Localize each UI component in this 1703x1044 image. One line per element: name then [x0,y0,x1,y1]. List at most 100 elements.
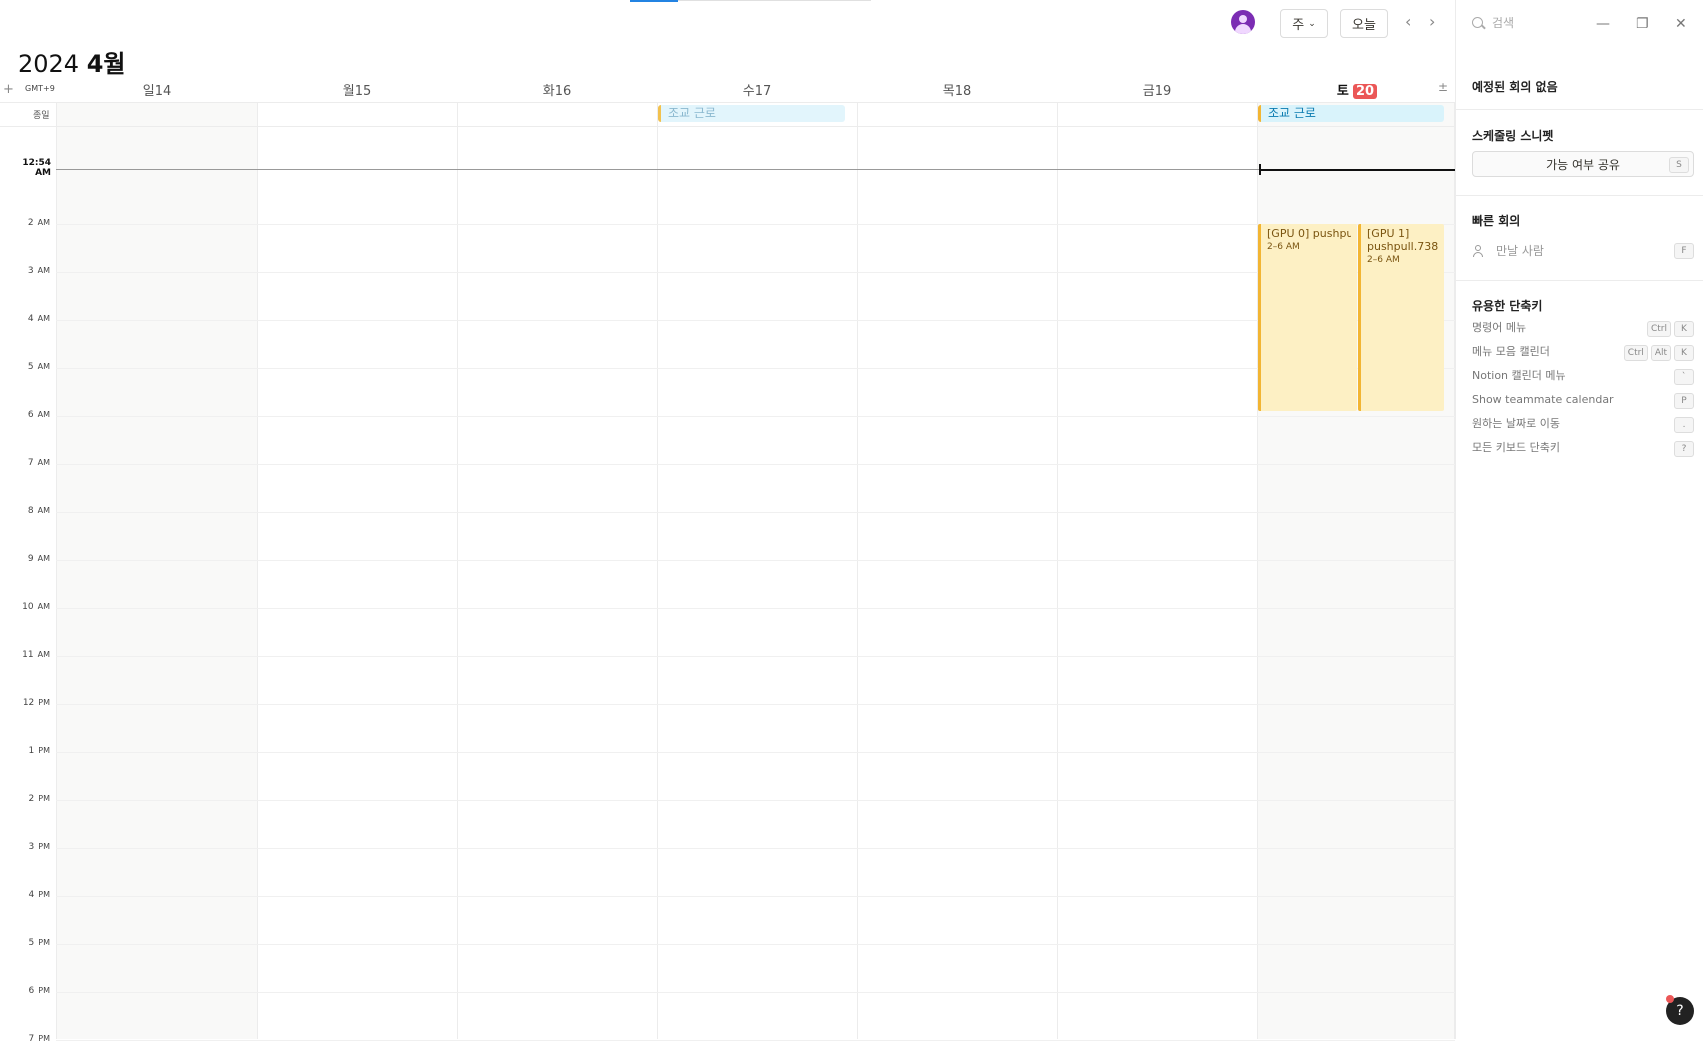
hour-line [56,272,1455,273]
shortcut-item: 명령어 메뉴 Ctrl K [1472,320,1694,337]
hour-line [56,416,1455,417]
hour-label: 10 AM [22,602,50,612]
person-icon [1472,244,1484,257]
add-timezone-icon[interactable]: + [3,82,14,97]
restore-icon[interactable]: ❐ [1636,16,1649,32]
shortcut-key: . [1674,417,1694,433]
event-title: [GPU 1] pushpull.7381 [1367,227,1438,253]
shortcut-item: 메뉴 모음 캘린더 Ctrl Alt K [1472,344,1694,361]
shortcut-label: 원하는 날짜로 이동 [1472,417,1560,430]
calendar-event[interactable]: [GPU 1] pushpull.7381 2–6 AM [1358,224,1444,411]
chevron-down-icon: ⌄ [1308,18,1316,29]
hour-line [56,704,1455,705]
current-time-line-today [1259,169,1455,171]
expand-icon[interactable]: ± [1438,80,1448,94]
hour-line [56,752,1455,753]
allday-event[interactable]: 조교 근로 [1258,105,1444,122]
shortcut-key: K [1674,345,1694,361]
hour-line [56,224,1455,225]
chevron-left-icon[interactable]: ‹ [1405,12,1411,31]
shortcut-label: 명령어 메뉴 [1472,321,1527,334]
event-time: 2–6 AM [1267,242,1300,252]
column-divider [257,103,258,1039]
shortcut-key: S [1669,157,1689,173]
hour-label: 4 AM [27,314,50,324]
shortcut-label: Show teammate calendar [1472,393,1614,406]
column-divider [657,103,658,1039]
divider [1456,109,1703,110]
allday-event[interactable]: 조교 근로 [658,105,845,122]
hour-line [56,608,1455,609]
divider [1456,195,1703,196]
shortcut-key: P [1674,393,1694,409]
column-divider [857,103,858,1039]
column-divider [457,103,458,1039]
hour-line [56,848,1455,849]
hour-label: 6 AM [27,410,50,420]
shortcut-key: K [1674,321,1694,337]
help-button[interactable]: ? [1666,995,1694,1025]
close-icon[interactable]: ✕ [1675,16,1687,32]
divider [1456,280,1703,281]
side-panel: 검색 — ❐ ✕ 예정된 회의 없음 스케줄링 스니펫 가능 여부 공유 S 빠… [1455,0,1703,1039]
hour-line [56,656,1455,657]
no-meetings-text: 예정된 회의 없음 [1472,80,1558,94]
shortcut-item: Show teammate calendar P [1472,392,1694,409]
hour-line [56,1040,1455,1041]
chevron-right-icon[interactable]: › [1429,12,1435,31]
search-icon [1472,17,1483,28]
shortcut-item: Notion 캘린더 메뉴 ` [1472,368,1694,385]
hour-label: 9 AM [27,554,50,564]
event-time: 2–6 AM [1367,255,1400,265]
day-header-tue[interactable]: 화16 [457,80,657,99]
day-header-mon[interactable]: 월15 [257,80,457,99]
day-header-sat-today[interactable]: 토 20 [1257,80,1457,99]
hour-line [56,560,1455,561]
shortcut-item: 모든 키보드 단축키? [1472,440,1694,457]
column-divider [56,103,57,1039]
minimize-icon[interactable]: — [1596,16,1610,32]
view-select-button[interactable]: 주 ⌄ [1280,9,1328,38]
hour-line [56,992,1455,993]
quick-meeting-title: 빠른 회의 [1472,214,1521,228]
search-input[interactable]: 검색 [1472,14,1514,31]
header-divider [0,102,1455,103]
shortcut-item: 원하는 날짜로 이동. [1472,416,1694,433]
day-header-thu[interactable]: 목18 [857,80,1057,99]
hour-label: 7 PM [28,1034,50,1044]
hour-label: 11 AM [22,650,50,660]
hour-label: 8 AM [27,506,50,516]
day-header-fri[interactable]: 금19 [1057,80,1257,99]
hour-line [56,464,1455,465]
shortcut-label: Notion 캘린더 메뉴 [1472,369,1566,382]
hour-line [56,896,1455,897]
hour-label: 5 AM [27,362,50,372]
hour-line [56,368,1455,369]
calendar-event[interactable]: [GPU 0] pushpull.7381 2–6 AM [1258,224,1357,411]
hour-label: 12 PM [22,698,50,708]
hour-label: 1 PM [28,746,50,756]
person-input[interactable]: 만날 사람 F [1472,242,1694,259]
day-header-wed[interactable]: 수17 [657,80,857,99]
view-label: 주 [1292,18,1305,33]
day-header-sun[interactable]: 일14 [57,80,257,99]
hour-label: 7 AM [27,458,50,468]
current-time-marker [1259,164,1261,175]
hour-label: 2 AM [27,218,50,228]
column-divider [1057,103,1058,1039]
hour-label: 3 PM [28,842,50,852]
hour-label: 4 PM [28,890,50,900]
hour-label: 5 PM [28,938,50,948]
notification-dot [1666,995,1674,1003]
share-availability-button[interactable]: 가능 여부 공유 S [1472,151,1694,177]
hour-label: 3 AM [27,266,50,276]
shortcut-key: ? [1674,441,1694,457]
allday-label: 종일 [33,111,50,121]
current-time-label: 12:54 AM [22,158,51,178]
today-button[interactable]: 오늘 [1340,9,1388,38]
user-avatar[interactable] [1231,10,1255,34]
hour-label: 2 PM [28,794,50,804]
shortcut-label: 모든 키보드 단축키 [1472,441,1560,454]
hour-line [56,512,1455,513]
event-title: [GPU 0] pushpull.7381 [1267,227,1351,240]
